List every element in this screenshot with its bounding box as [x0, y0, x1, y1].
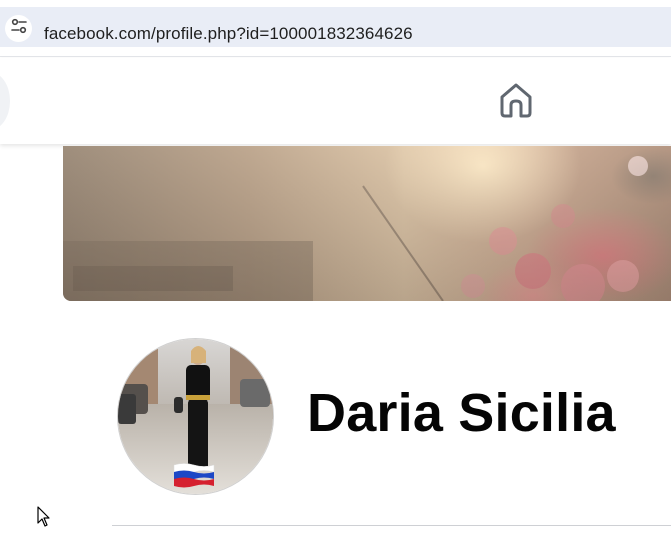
site-info-button[interactable] — [5, 15, 32, 42]
url-text[interactable]: facebook.com/profile.php?id=100001832364… — [44, 24, 413, 44]
section-divider — [112, 525, 671, 526]
home-icon — [498, 81, 534, 124]
cover-overlay — [63, 146, 671, 301]
cover-photo[interactable] — [63, 146, 671, 301]
browser-toolbar: facebook.com/profile.php?id=100001832364… — [0, 0, 671, 57]
profile-name: Daria Sicilia — [307, 383, 616, 443]
tune-icon — [10, 17, 28, 40]
search-button[interactable] — [0, 72, 10, 130]
address-bar[interactable]: facebook.com/profile.php?id=100001832364… — [0, 7, 671, 47]
mouse-cursor-icon — [37, 506, 51, 528]
profile-avatar[interactable] — [117, 338, 274, 495]
facebook-top-nav — [0, 58, 671, 144]
home-button[interactable] — [494, 80, 538, 124]
